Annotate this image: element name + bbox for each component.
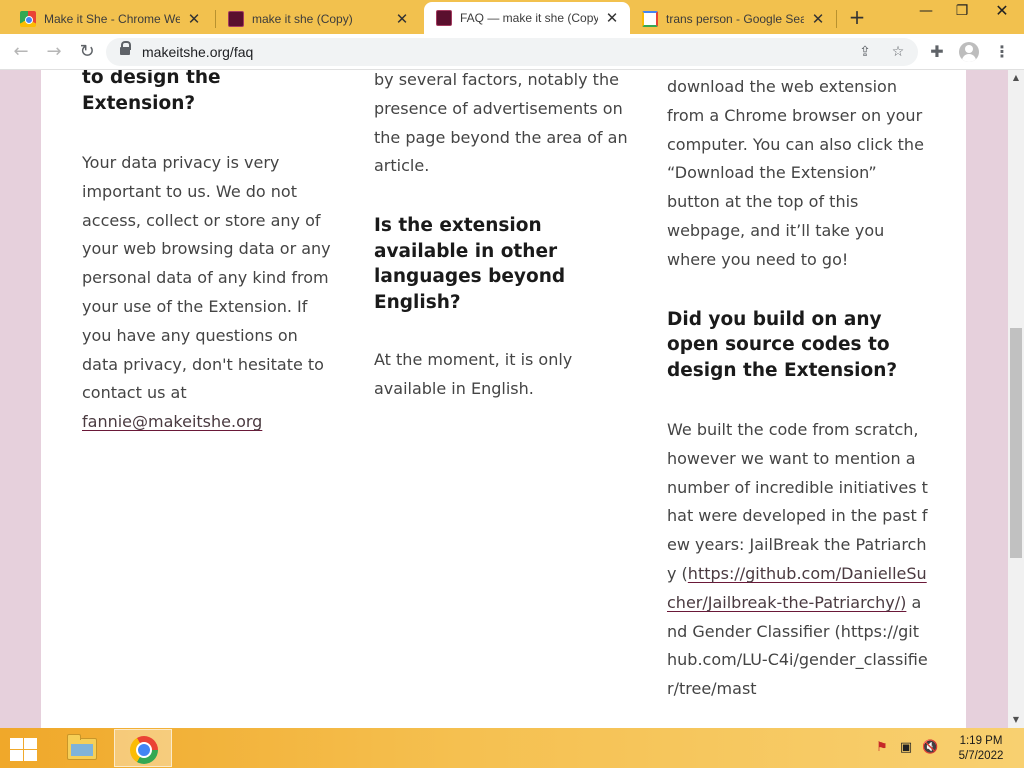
file-explorer-taskbar-button[interactable] bbox=[52, 729, 110, 767]
tab-strip: Make it She - Chrome Web ✕ make it she (… bbox=[0, 0, 1024, 34]
faq-column-3: download the web extension from a Chrome… bbox=[667, 73, 929, 704]
tab-make-it-she-copy[interactable]: make it she (Copy) ✕ bbox=[216, 4, 420, 34]
windows-logo-icon bbox=[10, 750, 23, 761]
browser-toolbar: ← → ↻ makeitshe.org/faq ⇪ ☆ ✚ ⋮ bbox=[0, 34, 1024, 70]
contact-email-link[interactable]: fannie@makeitshe.org bbox=[82, 412, 262, 431]
jailbreak-patriarchy-link[interactable]: https://github.com/DanielleSucher/Jailbr… bbox=[667, 564, 927, 612]
faq-answer-text: by several factors, notably the presence… bbox=[374, 70, 628, 176]
windows-logo-icon bbox=[10, 738, 23, 749]
clock-date: 5/7/2022 bbox=[958, 750, 1004, 762]
faq-column-2: by several factors, notably the presence… bbox=[374, 70, 640, 404]
profile-avatar[interactable] bbox=[959, 42, 979, 62]
menu-kebab-icon[interactable]: ⋮ bbox=[991, 41, 1013, 63]
extensions-puzzle-icon[interactable]: ✚ bbox=[926, 41, 948, 63]
restore-button[interactable]: ❐ bbox=[944, 0, 980, 30]
close-icon[interactable]: ✕ bbox=[394, 10, 410, 28]
windows-logo-icon bbox=[24, 750, 37, 761]
back-button[interactable]: ← bbox=[9, 40, 33, 64]
tab-google-search[interactable]: trans person - Google Sear ✕ bbox=[630, 4, 836, 34]
tab-faq-active[interactable]: FAQ — make it she (Copy) ✕ bbox=[424, 2, 630, 34]
google-icon bbox=[642, 11, 658, 27]
system-clock[interactable]: 1:19 PM 5/7/2022 bbox=[950, 734, 1012, 764]
page-viewport: to design the Extension? Your data priva… bbox=[0, 70, 1008, 728]
close-window-button[interactable]: ✕ bbox=[984, 0, 1020, 30]
new-tab-button[interactable]: + bbox=[846, 6, 868, 28]
url-text[interactable]: makeitshe.org/faq bbox=[142, 44, 253, 60]
tab-title: make it she (Copy) bbox=[252, 12, 353, 26]
scroll-thumb[interactable] bbox=[1010, 328, 1022, 558]
forward-button[interactable]: → bbox=[42, 40, 66, 64]
faq-answer: We built the code from scratch, however … bbox=[667, 416, 929, 704]
volume-muted-icon[interactable]: 🔇 bbox=[922, 740, 938, 756]
scroll-down-arrow-icon[interactable]: ▼ bbox=[1008, 712, 1024, 728]
windows-logo-icon bbox=[24, 738, 37, 749]
faq-question-open-source: Did you build on any open source codes t… bbox=[667, 308, 898, 381]
faq-answer: Your data privacy is very important to u… bbox=[82, 149, 338, 437]
tab-title: Make it She - Chrome Web bbox=[44, 12, 180, 26]
minimize-button[interactable]: — bbox=[908, 0, 944, 30]
close-icon[interactable]: ✕ bbox=[186, 10, 202, 28]
network-icon[interactable]: ▣ bbox=[898, 740, 914, 756]
faq-question-heading: to design the Extension? bbox=[82, 70, 221, 114]
reload-button[interactable]: ↻ bbox=[75, 40, 99, 64]
lock-icon[interactable] bbox=[120, 41, 131, 57]
close-icon[interactable]: ✕ bbox=[604, 9, 620, 27]
faq-content: to design the Extension? Your data priva… bbox=[41, 70, 966, 728]
faq-column-1: to design the Extension? Your data priva… bbox=[82, 70, 338, 437]
folder-icon bbox=[67, 734, 97, 760]
make-it-she-icon bbox=[436, 10, 452, 26]
windows-start-button[interactable] bbox=[8, 736, 38, 762]
action-center-flag-icon[interactable]: ⚑ bbox=[874, 740, 890, 756]
vertical-scrollbar[interactable]: ▲ ▼ bbox=[1008, 70, 1024, 728]
chrome-web-store-icon bbox=[20, 11, 36, 27]
faq-question-languages: Is the extension available in other lang… bbox=[374, 215, 566, 313]
tab-separator bbox=[836, 10, 837, 28]
chrome-taskbar-button[interactable] bbox=[114, 729, 172, 767]
chrome-icon bbox=[130, 736, 158, 764]
faq-answer-text: We built the code from scratch, however … bbox=[667, 420, 928, 584]
tab-title: trans person - Google Sear bbox=[666, 12, 804, 26]
scroll-up-arrow-icon[interactable]: ▲ bbox=[1008, 70, 1024, 86]
share-icon[interactable]: ⇪ bbox=[856, 43, 874, 61]
tab-title: FAQ — make it she (Copy) bbox=[460, 11, 598, 25]
address-bar[interactable]: makeitshe.org/faq ⇪ ☆ bbox=[106, 38, 918, 66]
close-icon[interactable]: ✕ bbox=[810, 10, 826, 28]
windows-taskbar: ⚑ ▣ 🔇 1:19 PM 5/7/2022 bbox=[0, 728, 1024, 768]
make-it-she-icon bbox=[228, 11, 244, 27]
bookmark-star-icon[interactable]: ☆ bbox=[889, 43, 907, 61]
clock-time: 1:19 PM bbox=[959, 735, 1003, 747]
tab-chrome-web-store[interactable]: Make it She - Chrome Web ✕ bbox=[8, 4, 212, 34]
faq-answer-text: At the moment, it is only available in E… bbox=[374, 350, 573, 398]
faq-answer-text: Your data privacy is very important to u… bbox=[82, 153, 331, 403]
faq-answer-text: download the web extension from a Chrome… bbox=[667, 77, 924, 269]
